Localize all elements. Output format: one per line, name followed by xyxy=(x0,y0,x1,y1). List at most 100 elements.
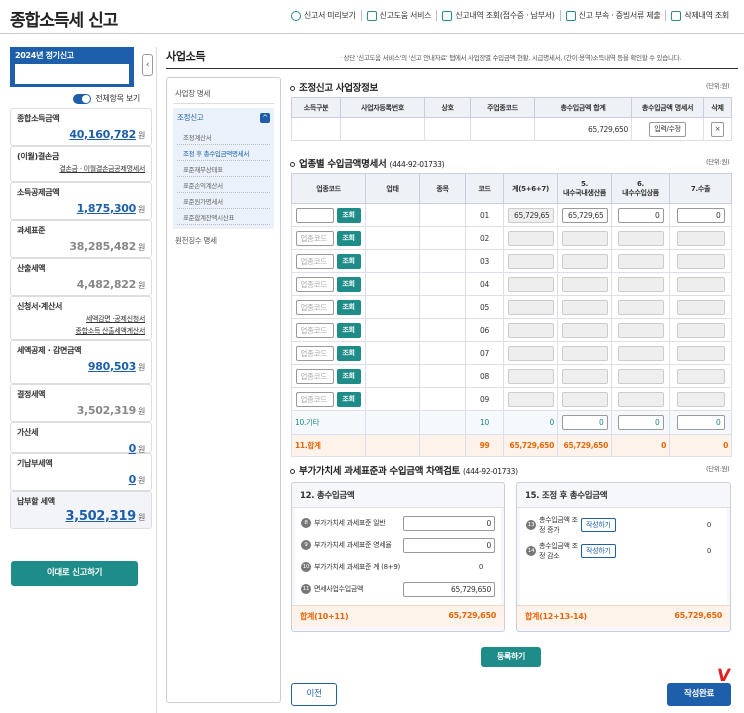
industry-code-input[interactable]: 업종코드 xyxy=(296,299,335,315)
lookup-button[interactable]: 조회 xyxy=(336,276,361,292)
collapse-panel-button[interactable]: ‹ xyxy=(142,54,153,76)
amount-input xyxy=(561,322,608,338)
currency-unit: 원 xyxy=(137,476,145,485)
submit-as-is-button[interactable]: 이대로 신고하기 xyxy=(11,561,138,586)
industry-code-input[interactable]: 업종코드 xyxy=(296,345,335,361)
nav-item[interactable]: 표준합계잔액시산표 xyxy=(177,209,270,225)
nav-item[interactable]: 표준원가명세서 xyxy=(177,193,270,209)
nav-business-info[interactable]: 사업장 명세 xyxy=(173,84,274,104)
upload-icon xyxy=(565,10,576,21)
preview-link[interactable]: 신고서 미리보기 xyxy=(286,10,361,21)
column-header: 사업자등록번호 xyxy=(340,97,425,118)
item-number: 13 xyxy=(526,520,536,530)
help-service-link[interactable]: 신고도움 서비스 xyxy=(360,10,437,21)
summary-card-value[interactable]: 1,875,300 xyxy=(77,202,137,215)
lookup-button[interactable]: 조회 xyxy=(336,207,361,223)
write-button[interactable]: 작성하기 xyxy=(581,518,616,532)
summary-card: 신청서·계산서 세액감면 ·공제신청서 종합소득 산출세액계산서 xyxy=(10,296,152,340)
lookup-button[interactable]: 조회 xyxy=(336,368,361,384)
code-cell: 99 xyxy=(465,434,504,457)
code-cell: 02 xyxy=(465,226,504,250)
lookup-button[interactable]: 조회 xyxy=(336,391,361,407)
nav-item[interactable]: 조정계산서 xyxy=(177,129,270,145)
amount-input xyxy=(676,299,725,315)
industry-code-input[interactable]: 업종코드 xyxy=(296,322,335,338)
table-row: 업종코드 조회 05 xyxy=(291,295,732,319)
summary-card-value[interactable]: 3,502,319 xyxy=(65,509,136,524)
nav-item[interactable]: 표준재무상태표 xyxy=(177,161,270,177)
lookup-button[interactable]: 조회 xyxy=(336,230,361,246)
total-c5: 65,729,650 xyxy=(557,434,612,457)
lookup-button[interactable]: 조회 xyxy=(336,345,361,361)
industry-code-input[interactable]: 업종코드 xyxy=(296,391,335,407)
nav-item[interactable]: 표준손익계산서 xyxy=(177,177,270,193)
nav-item[interactable]: 조정 후 총수입금액명세서 xyxy=(177,145,270,161)
delete-icon[interactable]: × xyxy=(710,121,725,137)
sec1-title: 조정신고 사업장정보 xyxy=(290,80,378,94)
summary-card-value[interactable]: 40,160,782 xyxy=(69,128,136,141)
amount-input[interactable]: 0 xyxy=(617,415,664,430)
history-link[interactable]: 신고내역 조회(접수증 · 납부서) xyxy=(436,10,559,21)
amount-input xyxy=(507,345,554,361)
amount-input xyxy=(617,322,664,338)
summary-card-link[interactable]: 세액감면 ·공제신청서 xyxy=(17,314,145,324)
table-row: 업종코드 조회 03 xyxy=(291,249,732,273)
industry-code-input[interactable]: 업종코드 xyxy=(296,230,335,246)
vat-label: 면세사업수입금액 xyxy=(314,585,364,593)
vat-input[interactable]: 0 xyxy=(403,537,495,553)
vat-input[interactable]: 0 xyxy=(403,515,495,531)
vat-input[interactable]: 65,729,650 xyxy=(403,581,495,597)
amount-input xyxy=(617,253,664,269)
amount-input: 65,729,65 xyxy=(507,207,554,223)
vat-value: 0 xyxy=(478,563,483,571)
nav-group-header[interactable]: 조정신고 ^ xyxy=(177,112,270,123)
complete-button[interactable]: 작성완료 xyxy=(667,683,731,706)
form-nav: 사업장 명세 조정신고 ^ 조정계산서 조정 후 총수입금액명세서 표준재무상태표 표준… xyxy=(166,77,281,703)
lookup-button[interactable]: 조회 xyxy=(336,322,361,338)
deleted-history-link[interactable]: 삭제내역 조회 xyxy=(665,10,734,21)
summary-card-title: 결정세액 xyxy=(17,390,46,399)
summary-card-value[interactable]: 0 xyxy=(129,442,137,455)
preview-icon xyxy=(290,10,301,21)
industry-code-input[interactable] xyxy=(296,207,335,223)
table-row: 업종코드 조회 02 xyxy=(291,226,732,250)
column-header: 상호 xyxy=(424,97,471,118)
nav-withholding[interactable]: 원천징수 명세 xyxy=(173,231,274,250)
summary-card-link[interactable]: 결손금 · 이월결손금공제명세서 xyxy=(17,164,145,174)
lookup-button[interactable]: 조회 xyxy=(336,253,361,269)
prev-button[interactable]: 이전 xyxy=(291,683,337,706)
write-button[interactable]: 작성하기 xyxy=(581,544,616,558)
column-header: 삭제 xyxy=(703,97,732,118)
summary-card-link[interactable]: 종합소득 산출세액계산서 xyxy=(17,326,146,336)
column-header: 업태 xyxy=(365,173,420,204)
adjust-row: 13 총수입금액 조정 증가 작성하기 0 xyxy=(520,512,727,538)
industry-code-input[interactable]: 업종코드 xyxy=(296,276,335,292)
item-number: 14 xyxy=(526,546,536,556)
amount-input xyxy=(507,230,554,246)
summary-card: 소득공제금액 1,875,300 원 xyxy=(10,182,152,220)
edit-statement-button[interactable]: 입력/수정 xyxy=(649,121,686,137)
currency-unit: 원 xyxy=(137,131,145,140)
amount-input[interactable]: 0 xyxy=(561,415,608,430)
vat-label: 부가가치세 과세표준 일반 xyxy=(314,519,386,527)
amount-input[interactable]: 65,729,65 xyxy=(561,207,608,223)
attach-docs-link[interactable]: 신고 부속 · 증빙서류 제출 xyxy=(559,10,666,21)
table-row: 업종코드 조회 09 xyxy=(291,387,732,411)
column-header: 5. 내수국내생산품 xyxy=(557,173,612,204)
code-cell: 09 xyxy=(465,387,504,411)
show-all-toggle[interactable] xyxy=(73,93,92,104)
amount-input[interactable]: 0 xyxy=(617,207,664,223)
lookup-button[interactable]: 조회 xyxy=(336,299,361,315)
collapse-up-icon: ^ xyxy=(260,112,270,123)
industry-code-input[interactable]: 업종코드 xyxy=(296,368,335,384)
total-sum: 65,729,650 xyxy=(503,434,558,457)
amount-input[interactable]: 0 xyxy=(676,207,725,223)
currency-unit: 원 xyxy=(137,363,145,372)
register-button[interactable]: 등록하기 xyxy=(481,647,541,667)
industry-code-input[interactable]: 업종코드 xyxy=(296,253,335,269)
summary-card-value[interactable]: 0 xyxy=(129,473,137,486)
code-cell: 10 xyxy=(465,410,504,435)
code-cell: 07 xyxy=(465,341,504,365)
amount-input[interactable]: 0 xyxy=(676,415,725,430)
summary-card-value[interactable]: 980,503 xyxy=(88,360,136,373)
